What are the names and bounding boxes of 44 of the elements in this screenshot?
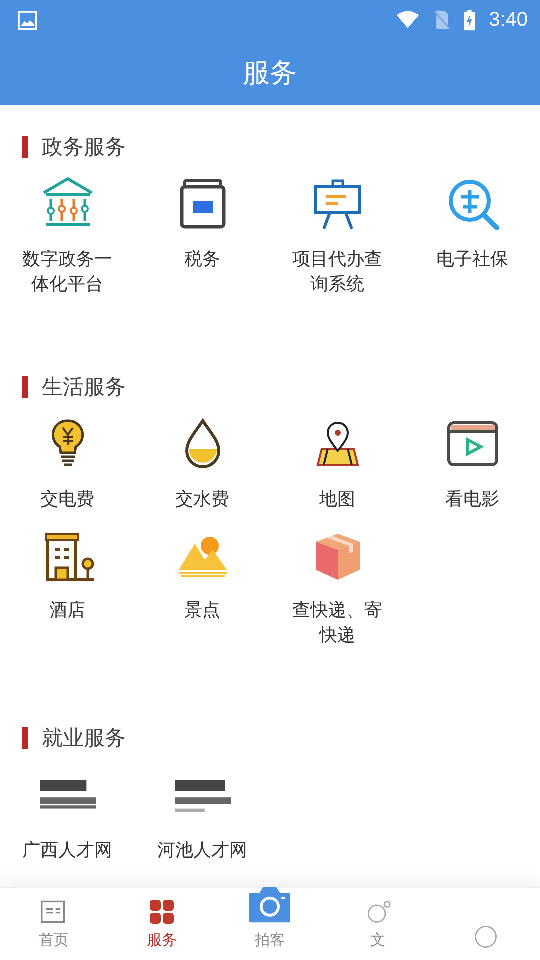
- service-label: 交水费: [174, 488, 230, 512]
- nav-tab[interactable]: 服务: [108, 888, 216, 960]
- battery-charging-icon: [464, 10, 476, 30]
- service-item[interactable]: 河池人才网: [135, 766, 270, 863]
- service-label: 看电影: [444, 488, 500, 512]
- nav-tab[interactable]: 文: [324, 888, 432, 960]
- service-item[interactable]: 查快递、寄快递: [270, 526, 405, 648]
- section-marker: [22, 727, 28, 749]
- service-item[interactable]: 交水费: [135, 415, 270, 512]
- service-item[interactable]: 电子社保: [405, 175, 540, 297]
- service-item[interactable]: 交电费: [0, 415, 135, 512]
- section-marker: [22, 376, 28, 398]
- wifi-icon: [396, 10, 420, 30]
- service-item[interactable]: 广西人才网: [0, 766, 135, 863]
- section-title: 政务服务: [42, 134, 126, 161]
- image-icon: [18, 10, 37, 30]
- service-label: 河池人才网: [156, 839, 248, 863]
- service-label: 交电费: [40, 488, 96, 512]
- service-item[interactable]: 项目代办查询系统: [270, 175, 405, 297]
- service-item[interactable]: 数字政务一体化平台: [0, 175, 135, 297]
- service-item[interactable]: 税务: [135, 175, 270, 297]
- service-label: 查快递、寄快递: [292, 599, 384, 648]
- service-item[interactable]: 看电影: [405, 415, 540, 512]
- service-label: 广西人才网: [22, 839, 114, 863]
- page-title: 服务: [243, 56, 297, 90]
- service-item[interactable]: 景点: [135, 526, 270, 648]
- clock-time: 3:40: [489, 8, 528, 32]
- service-item[interactable]: 地图: [270, 415, 405, 512]
- service-label: 数字政务一体化平台: [22, 248, 114, 297]
- nav-tab[interactable]: 首页: [0, 888, 108, 960]
- service-label: 酒店: [48, 599, 86, 623]
- section-title: 生活服务: [42, 374, 126, 401]
- nav-tab[interactable]: 拍客: [216, 874, 324, 960]
- service-label: 地图: [318, 488, 356, 512]
- circle-icon: [472, 924, 500, 950]
- news-icon: [40, 899, 68, 925]
- service-item[interactable]: 酒店: [0, 526, 135, 648]
- section-marker: [22, 136, 28, 158]
- section-title: 就业服务: [42, 725, 126, 752]
- service-label: 电子社保: [436, 248, 510, 272]
- service-label: 景点: [184, 599, 222, 623]
- service-label: 税务: [184, 248, 222, 272]
- grid-icon: [148, 899, 176, 925]
- service-label: 项目代办查询系统: [292, 248, 384, 297]
